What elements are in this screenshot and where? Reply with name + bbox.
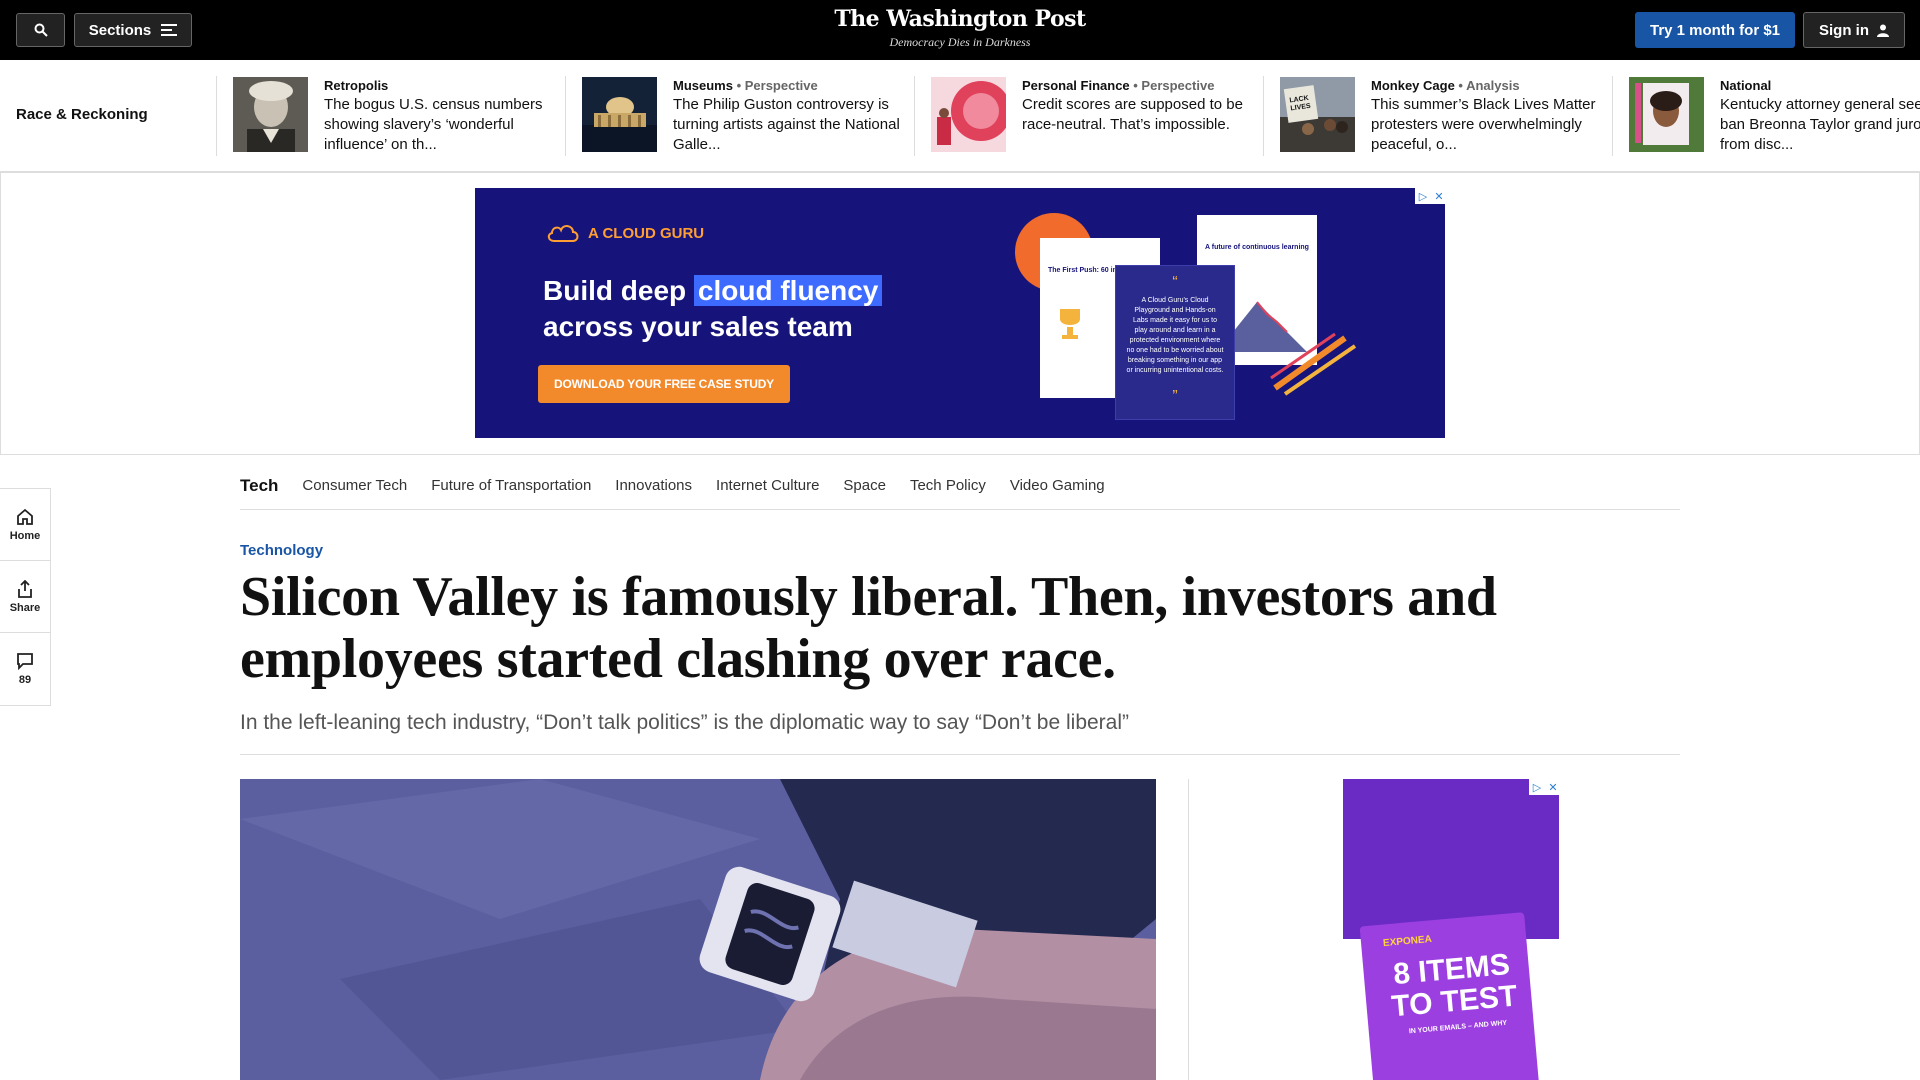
article-side-rail: Home Share 89: [0, 488, 51, 706]
article-dek: In the left-leaning tech industry, “Don’…: [240, 711, 1130, 734]
subnav-link[interactable]: Tech Policy: [910, 477, 986, 494]
race-story-3[interactable]: Personal Finance • Perspective Credit sc…: [931, 77, 1281, 155]
ad-background: [1343, 779, 1559, 939]
article-headline: Silicon Valley is famously liberal. Then…: [240, 566, 1497, 690]
story-thumbnail: [1629, 77, 1704, 152]
ad-card-title: A future of continuous learning: [1205, 244, 1309, 251]
subnav-link[interactable]: Video Gaming: [1010, 477, 1105, 494]
race-story-1[interactable]: Retropolis The bogus U.S. census numbers…: [233, 77, 583, 155]
ad-brand: A CLOUD GURU: [546, 223, 704, 243]
ad-close-icon[interactable]: ✕: [1545, 779, 1559, 795]
race-strip-title[interactable]: Race & Reckoning: [16, 106, 148, 123]
story-thumbnail: [582, 77, 657, 152]
ad-quote-text: A Cloud Guru's Cloud Playground and Hand…: [1126, 297, 1224, 374]
cloud-guru-ad[interactable]: ▷ ✕ A CLOUD GURU Build deep cloud fluenc…: [475, 188, 1445, 438]
divider: [1612, 76, 1613, 156]
story-kicker: Monkey Cage: [1371, 78, 1455, 93]
search-icon: [34, 23, 48, 37]
ad-headline-pre: Build deep: [543, 275, 694, 306]
sign-in-button[interactable]: Sign in: [1803, 12, 1905, 48]
race-story-5[interactable]: National Kentucky attorney general seeks…: [1629, 77, 1920, 155]
story-kicker-sub: • Analysis: [1454, 78, 1520, 93]
header-divider: [240, 754, 1680, 755]
sections-menu-button[interactable]: Sections: [74, 13, 192, 47]
article-hero-illustration: [240, 779, 1156, 1080]
race-reckoning-strip: Race & Reckoning Retropolis The bogus U.…: [0, 60, 1920, 172]
share-button[interactable]: Share: [0, 561, 50, 633]
story-headline[interactable]: Kentucky attorney general seeks to ban B…: [1720, 95, 1920, 155]
hamburger-icon: [161, 24, 178, 36]
story-kicker: National: [1720, 78, 1772, 93]
race-story-4[interactable]: LACK LIVES Monkey Cage • Analysis This s…: [1280, 77, 1630, 155]
logo-tagline: Democracy Dies in Darkness: [889, 35, 1031, 49]
hero-image: [240, 779, 1156, 1080]
divider: [914, 76, 915, 156]
quote-open-mark: “: [1172, 274, 1178, 291]
home-button[interactable]: Home: [0, 489, 50, 561]
column-divider: [1188, 779, 1189, 1080]
story-headline[interactable]: The bogus U.S. census numbers showing sl…: [324, 95, 564, 155]
story-thumbnail: LACK LIVES: [1280, 77, 1355, 152]
user-icon: [1877, 24, 1889, 37]
top-navigation: Sections The Washington Post Democracy D…: [0, 0, 1920, 60]
home-label: Home: [9, 529, 41, 542]
story-headline[interactable]: The Philip Guston controversy is turning…: [673, 95, 913, 155]
subscribe-button[interactable]: Try 1 month for $1: [1635, 12, 1795, 48]
race-story-2[interactable]: Museums • Perspective The Philip Guston …: [582, 77, 932, 155]
article-kicker[interactable]: Technology: [240, 542, 323, 559]
story-thumbnail: [931, 77, 1006, 152]
divider: [216, 76, 217, 156]
subnav-link[interactable]: Future of Transportation: [431, 477, 591, 494]
share-icon: [18, 579, 32, 598]
sections-label: Sections: [88, 21, 152, 39]
ad-headline: Build deep cloud fluency across your sal…: [543, 273, 983, 345]
story-kicker-sub: • Perspective: [1129, 78, 1215, 93]
ad-choices[interactable]: ▷ ✕: [1529, 779, 1559, 795]
subnav-link[interactable]: Innovations: [615, 477, 692, 494]
ad-quote-card: “ A Cloud Guru's Cloud Playground and Ha…: [1115, 265, 1235, 420]
ad-decoration-strokes: [1270, 332, 1357, 396]
story-kicker-sub: • Perspective: [732, 78, 818, 93]
sign-in-label: Sign in: [1819, 21, 1869, 39]
story-kicker: Museums: [673, 78, 733, 93]
comments-button[interactable]: 89: [0, 633, 50, 705]
ad-info-icon[interactable]: ▷: [1415, 188, 1431, 204]
comment-count: 89: [18, 674, 32, 686]
quote-close-mark: ”: [1172, 388, 1178, 405]
story-headline[interactable]: Credit scores are supposed to be race-ne…: [1022, 95, 1262, 135]
story-headline[interactable]: This summer’s Black Lives Matter protest…: [1371, 95, 1611, 155]
logo-wordmark: The Washington Post: [834, 6, 1086, 32]
story-kicker: Retropolis: [324, 78, 389, 93]
ad-cta-button[interactable]: DOWNLOAD YOUR FREE CASE STUDY: [538, 365, 790, 403]
ad-headline-post: across your sales team: [543, 311, 853, 342]
ad-close-icon[interactable]: ✕: [1431, 188, 1445, 204]
subnav-link[interactable]: Space: [843, 477, 886, 494]
share-label: Share: [9, 601, 41, 614]
home-icon: [17, 508, 33, 525]
story-thumbnail: [233, 77, 308, 152]
search-button[interactable]: [16, 13, 65, 47]
subnav-link[interactable]: Consumer Tech: [302, 477, 407, 494]
comment-icon: [17, 653, 33, 670]
ad-title: 8 ITEMS TO TEST: [1390, 948, 1519, 1024]
exponea-ad[interactable]: ▷ ✕ EXPONEA 8 ITEMS TO TEST IN YOUR EMAI…: [1343, 779, 1559, 1080]
subnav-link[interactable]: Internet Culture: [716, 477, 819, 494]
divider: [1263, 76, 1264, 156]
ad-brand-name: A CLOUD GURU: [588, 224, 705, 242]
cloud-icon: [547, 225, 579, 242]
ad-headline-highlight: cloud fluency: [693, 275, 883, 306]
divider: [565, 76, 566, 156]
story-kicker: Personal Finance: [1022, 78, 1130, 93]
ad-info-icon[interactable]: ▷: [1529, 779, 1545, 795]
section-subnav: Tech Consumer Tech Future of Transportat…: [240, 462, 1680, 510]
subnav-section-title[interactable]: Tech: [240, 476, 278, 496]
ad-choices[interactable]: ▷ ✕: [1415, 188, 1445, 204]
trophy-icon: [1060, 309, 1080, 339]
site-logo[interactable]: The Washington Post Democracy Dies in Da…: [760, 6, 1160, 50]
